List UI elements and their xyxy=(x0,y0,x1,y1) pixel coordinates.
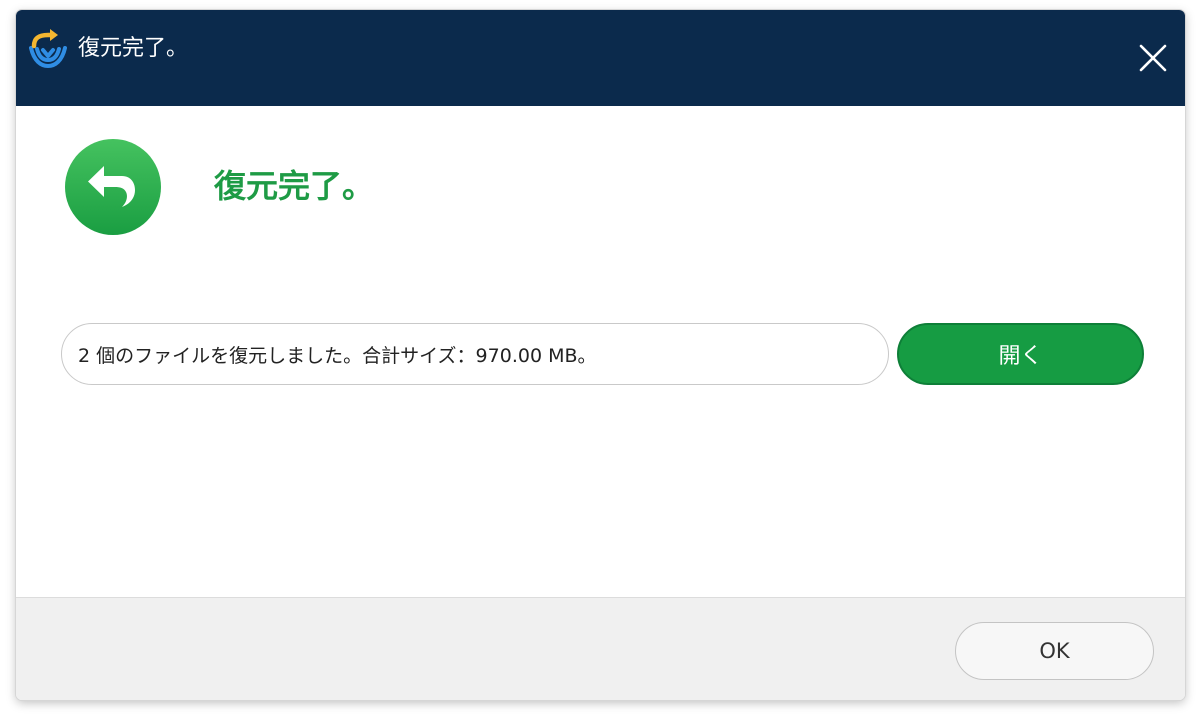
close-icon[interactable] xyxy=(1133,38,1173,78)
open-folder-button[interactable]: 開く xyxy=(897,323,1144,385)
window-title: 復元完了。 xyxy=(78,36,189,61)
title-bar: 復元完了。 xyxy=(16,10,1185,106)
ok-button-label: OK xyxy=(1039,639,1070,663)
dialog-content: 復元完了。 2 個のファイルを復元しました。合計サイズ：970.00 MB。 開… xyxy=(16,106,1185,597)
dialog-footer: OK xyxy=(16,597,1185,700)
recovery-complete-dialog: 復元完了。 復元完了。 2 個のファイルを復元しました。合計サイズ：970.00… xyxy=(16,10,1185,700)
result-summary-field: 2 個のファイルを復元しました。合計サイズ：970.00 MB。 xyxy=(61,323,889,385)
undo-arrow-icon xyxy=(65,139,161,235)
open-button-label: 開く xyxy=(998,344,1043,369)
completion-heading: 復元完了。 xyxy=(214,167,375,205)
result-summary-text: 2 個のファイルを復元しました。合計サイズ：970.00 MB。 xyxy=(78,344,597,367)
recovery-logo-icon xyxy=(29,29,67,69)
ok-button[interactable]: OK xyxy=(955,622,1154,680)
